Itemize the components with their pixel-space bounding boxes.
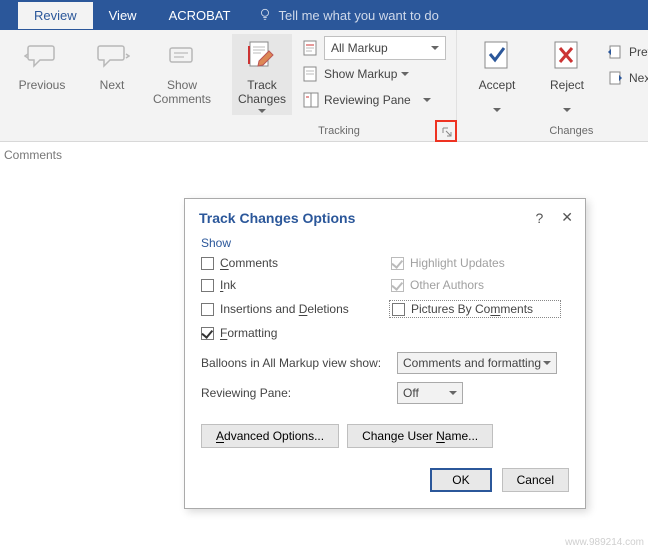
reviewing-pane-dropdown[interactable]: Reviewing Pane: [302, 88, 446, 112]
dialog-title: Track Changes Options: [199, 210, 355, 226]
track-changes-button[interactable]: Track Changes: [232, 34, 292, 115]
show-markup-dropdown[interactable]: Show Markup: [302, 62, 446, 86]
chevron-down-icon: [423, 96, 431, 104]
track-changes-icon: [244, 38, 280, 74]
accept-check-icon: [479, 38, 515, 74]
watermark: www.989214.com: [565, 537, 644, 548]
tracking-dialog-launcher[interactable]: [440, 125, 454, 139]
cancel-button[interactable]: Cancel: [502, 468, 569, 492]
help-button[interactable]: ?: [535, 210, 543, 226]
ok-button[interactable]: OK: [430, 468, 491, 492]
reviewing-pane-dropdown-dialog[interactable]: Off: [397, 382, 463, 404]
ribbon-group-comments: Previous Next Show Comments: [2, 30, 222, 141]
tab-view[interactable]: View: [93, 2, 153, 29]
previous-comment-button[interactable]: Previous: [12, 34, 72, 106]
change-user-name-button[interactable]: Change User Name...: [347, 424, 493, 448]
highlight-updates-checkbox: Highlight Updates: [391, 256, 561, 270]
markup-display-icon: [302, 39, 320, 57]
show-comments-button[interactable]: Show Comments: [152, 34, 212, 107]
speech-bubble-left-icon: [24, 38, 60, 74]
ribbon-group-label: Changes: [549, 123, 593, 139]
next-comment-button[interactable]: Next: [82, 34, 142, 106]
ribbon: Previous Next Show Comments: [0, 30, 648, 142]
reviewing-pane-label: Reviewing Pane:: [201, 386, 397, 400]
ribbon-tab-bar: Review View ACROBAT Tell me what you wan…: [0, 0, 648, 30]
track-changes-options-dialog: Track Changes Options ? ✕ Show Comments …: [184, 198, 586, 509]
chevron-down-icon: [431, 44, 439, 52]
comments-checkbox[interactable]: Comments: [201, 256, 391, 270]
chevron-down-icon: [493, 106, 501, 114]
show-markup-icon: [302, 65, 320, 83]
ribbon-group-label: Tracking: [318, 123, 360, 139]
show-section-label: Show: [201, 236, 569, 250]
chevron-down-icon: [258, 107, 266, 115]
dialog-titlebar: Track Changes Options ? ✕: [185, 199, 585, 232]
ink-checkbox[interactable]: Ink: [201, 278, 391, 292]
next-change-button[interactable]: Next: [607, 66, 648, 90]
close-button[interactable]: ✕: [561, 209, 573, 226]
reject-button[interactable]: Reject: [537, 34, 597, 114]
reviewing-pane-icon: [302, 91, 320, 109]
tell-me-field[interactable]: Tell me what you want to do: [246, 7, 438, 24]
previous-change-icon: [607, 43, 625, 61]
speech-bubble-right-icon: [94, 38, 130, 74]
reject-x-icon: [549, 38, 585, 74]
accept-button[interactable]: Accept: [467, 34, 527, 114]
balloons-label: Balloons in All Markup view show:: [201, 356, 397, 370]
tell-me-label: Tell me what you want to do: [278, 8, 438, 23]
tab-review[interactable]: Review: [18, 2, 93, 29]
next-change-icon: [607, 69, 625, 87]
balloons-dropdown[interactable]: Comments and formatting: [397, 352, 557, 374]
comments-panel-label: Comments: [0, 142, 648, 168]
ribbon-group-tracking: Track Changes All Markup: [222, 30, 457, 141]
pictures-by-comments-checkbox[interactable]: Pictures By Comments: [389, 300, 561, 318]
advanced-options-button[interactable]: Advanced Options...: [201, 424, 339, 448]
tab-acrobat[interactable]: ACROBAT: [153, 2, 247, 29]
ribbon-group-changes: Accept Reject Previous: [457, 30, 648, 141]
chevron-down-icon: [563, 106, 571, 114]
other-authors-checkbox: Other Authors: [391, 278, 561, 292]
formatting-checkbox[interactable]: Formatting: [201, 326, 391, 340]
insertions-deletions-checkbox[interactable]: Insertions and Deletions: [201, 300, 391, 318]
display-for-review-dropdown[interactable]: All Markup: [302, 36, 446, 60]
show-comments-icon: [164, 38, 200, 74]
previous-change-button[interactable]: Previous: [607, 40, 648, 64]
chevron-down-icon: [449, 389, 457, 397]
chevron-down-icon: [543, 359, 551, 367]
lightbulb-icon: [258, 7, 272, 24]
chevron-down-icon: [401, 70, 409, 78]
